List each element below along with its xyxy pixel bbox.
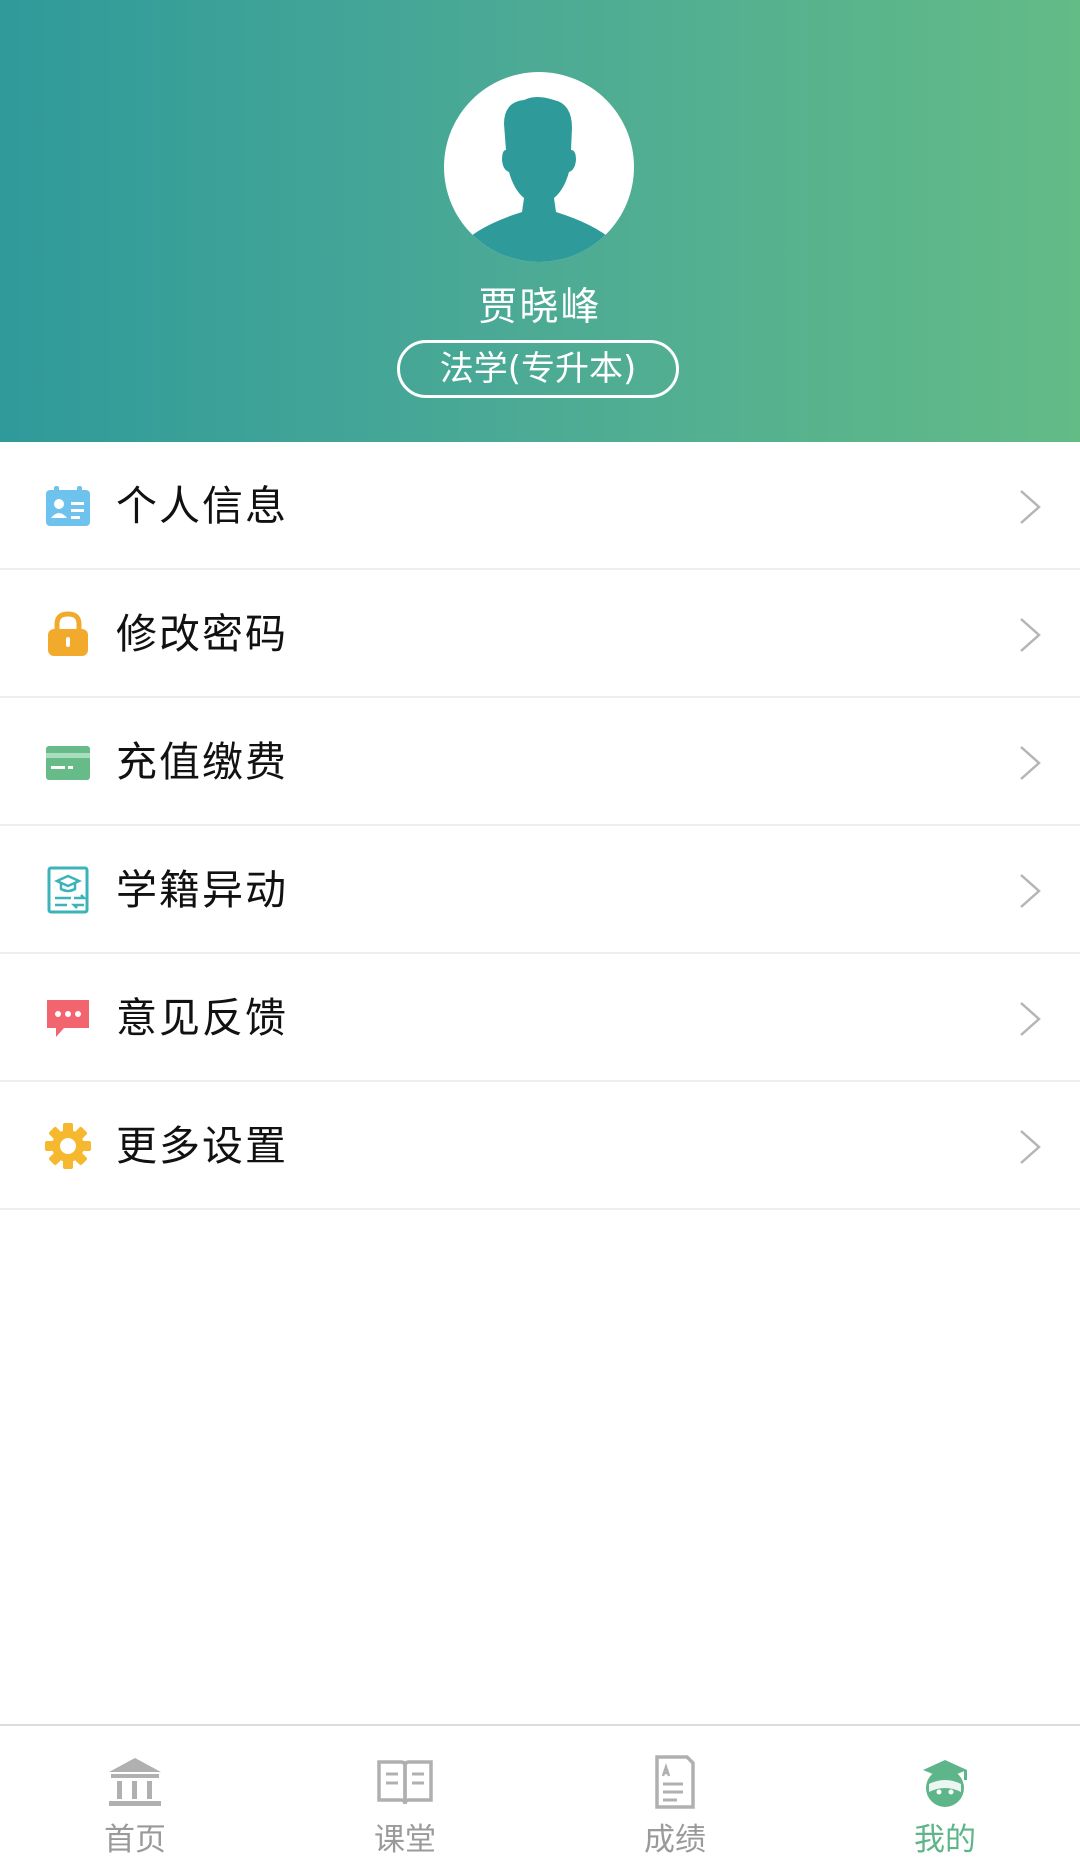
menu-item-label: 学籍异动 — [116, 866, 288, 914]
tab-label: 我的 — [914, 1822, 976, 1858]
bottom-tab-bar: 首页 课堂 成绩 我的 — [0, 1724, 1080, 1866]
menu-item-label: 充值缴费 — [116, 738, 288, 786]
open-book-icon — [377, 1760, 433, 1805]
chevron-right-icon — [1020, 1130, 1041, 1164]
tab-label: 成绩 — [644, 1822, 706, 1858]
menu-item-change-password[interactable]: 修改密码 — [0, 570, 1080, 698]
student-avatar-icon — [923, 1760, 967, 1807]
menu-item-label: 修改密码 — [116, 610, 288, 658]
avatar[interactable] — [444, 72, 634, 262]
chevron-right-icon — [1020, 874, 1041, 908]
menu-item-enrollment-change[interactable]: 学籍异动 — [0, 826, 1080, 954]
tab-home[interactable]: 首页 — [0, 1726, 270, 1868]
major-badge: 法学(专升本) — [397, 340, 679, 398]
tab-classroom[interactable]: 课堂 — [270, 1726, 540, 1868]
menu-item-label: 意见反馈 — [116, 994, 288, 1042]
menu-item-personal-info[interactable]: 个人信息 — [0, 442, 1080, 570]
chat-bubble-icon — [47, 1000, 89, 1037]
card-icon — [46, 746, 90, 780]
graduation-document-icon — [47, 866, 89, 914]
tab-label: 课堂 — [374, 1822, 436, 1858]
settings-menu: 个人信息 修改密码 充值缴费 学籍异动 意见反馈 更多设置 — [0, 442, 1080, 1210]
menu-item-feedback[interactable]: 意见反馈 — [0, 954, 1080, 1082]
grade-document-icon — [655, 1755, 695, 1809]
tab-grades[interactable]: 成绩 — [540, 1726, 810, 1868]
profile-header: 贾晓峰 法学(专升本) — [0, 0, 1080, 442]
tab-label: 首页 — [104, 1822, 166, 1858]
id-card-icon — [46, 486, 90, 526]
user-name: 贾晓峰 — [478, 285, 602, 330]
chevron-right-icon — [1020, 1002, 1041, 1036]
menu-item-recharge-payment[interactable]: 充值缴费 — [0, 698, 1080, 826]
chevron-right-icon — [1020, 618, 1041, 652]
chevron-right-icon — [1020, 490, 1041, 524]
tab-mine[interactable]: 我的 — [810, 1726, 1080, 1868]
lock-icon — [48, 611, 88, 656]
menu-item-label: 更多设置 — [116, 1122, 288, 1170]
menu-item-label: 个人信息 — [116, 482, 288, 530]
person-silhouette-icon — [466, 97, 612, 262]
menu-item-more-settings[interactable]: 更多设置 — [0, 1082, 1080, 1210]
chevron-right-icon — [1020, 746, 1041, 780]
gear-icon — [45, 1123, 91, 1169]
home-building-icon — [109, 1758, 161, 1806]
